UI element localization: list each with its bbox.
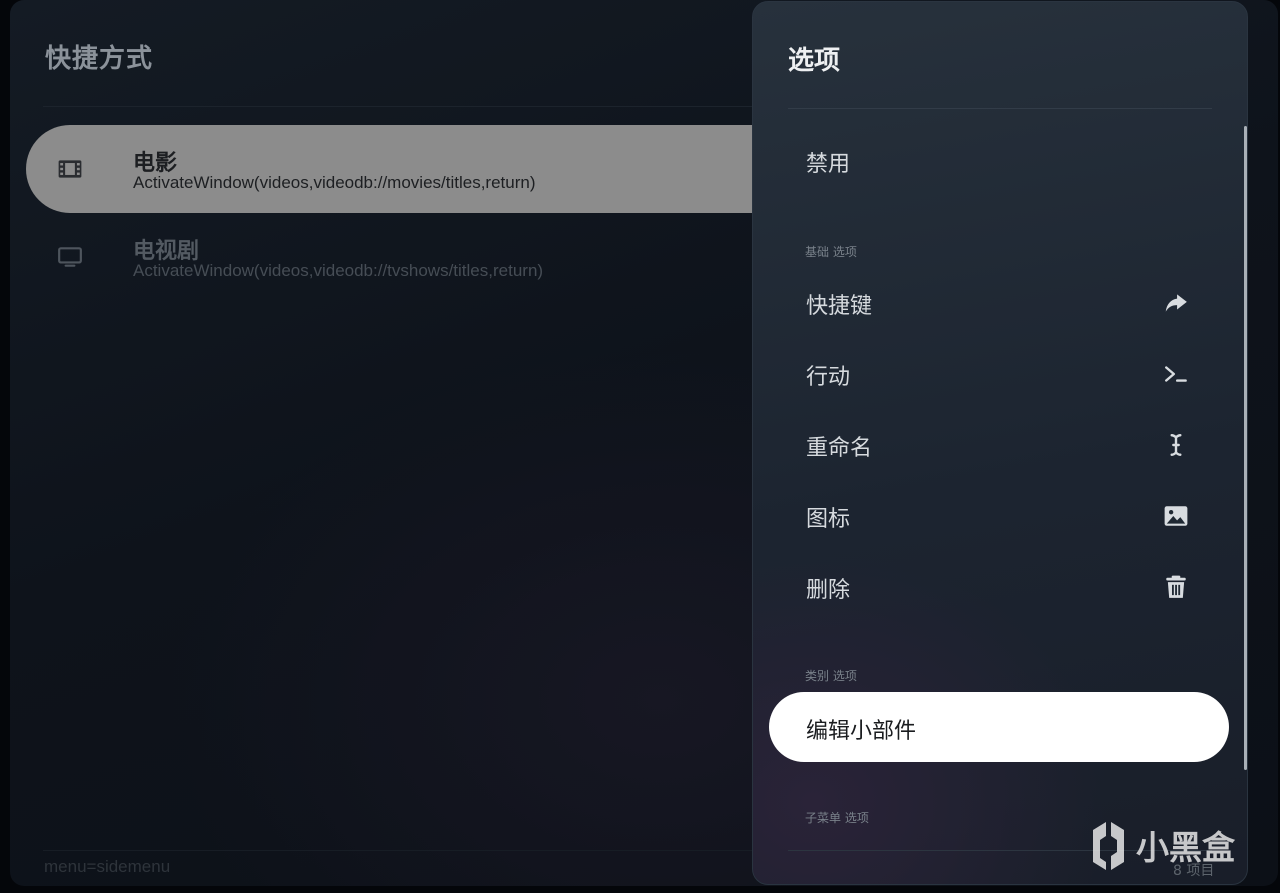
text-cursor-icon	[1170, 434, 1182, 456]
option-label: 图标	[806, 507, 851, 532]
xiaoheihe-logo-icon: 小黑盒	[1093, 822, 1236, 870]
title-divider	[43, 106, 783, 107]
shortcut-item-movies[interactable]: 电影 ActivateWindow(videos,videodb://movie…	[26, 125, 786, 213]
option-delete[interactable]: 删除	[753, 552, 1247, 622]
option-action[interactable]: 行动	[753, 339, 1247, 409]
panel-title: 选项	[788, 46, 841, 76]
panel-title-divider	[788, 108, 1212, 109]
menu-id-label: menu=sidemenu	[44, 857, 171, 876]
svg-text:小黑盒: 小黑盒	[1136, 828, 1236, 867]
option-label: 删除	[806, 578, 851, 603]
group-label-basic: 基础 选项	[805, 245, 857, 259]
option-edit-widget[interactable]: 编辑小部件	[753, 692, 1247, 762]
shortcut-path: ActivateWindow(videos,videodb://tvshows/…	[133, 261, 544, 280]
option-hotkey[interactable]: 快捷键	[753, 268, 1247, 338]
film-icon	[58, 160, 82, 178]
monitor-icon	[58, 247, 82, 267]
option-label: 快捷键	[806, 294, 873, 319]
group-label-category: 类别 选项	[805, 669, 857, 683]
image-icon	[1164, 506, 1188, 526]
option-icon[interactable]: 图标	[753, 481, 1247, 551]
share-arrow-icon	[1165, 294, 1187, 312]
option-label: 行动	[806, 365, 851, 390]
trash-icon	[1166, 575, 1186, 598]
option-label: 重命名	[806, 436, 873, 461]
footer-divider	[43, 850, 763, 851]
shortcut-item-tvshows[interactable]: 电视剧 ActivateWindow(videos,videodb://tvsh…	[26, 213, 786, 301]
options-panel: 选项 禁用 基础 选项 快捷键 行动 重命名 图标 删除 类别 选项 编辑小部件…	[752, 1, 1248, 885]
options-scrollbar[interactable]	[1244, 126, 1247, 770]
page-title: 快捷方式	[45, 44, 154, 74]
group-label-submenu: 子菜单 选项	[805, 811, 869, 825]
option-label: 编辑小部件	[806, 719, 917, 744]
shortcut-path: ActivateWindow(videos,videodb://movies/t…	[133, 173, 536, 192]
option-label: 禁用	[806, 152, 851, 177]
terminal-icon	[1165, 366, 1187, 382]
option-rename[interactable]: 重命名	[753, 410, 1247, 480]
option-disable[interactable]: 禁用	[753, 126, 1247, 196]
